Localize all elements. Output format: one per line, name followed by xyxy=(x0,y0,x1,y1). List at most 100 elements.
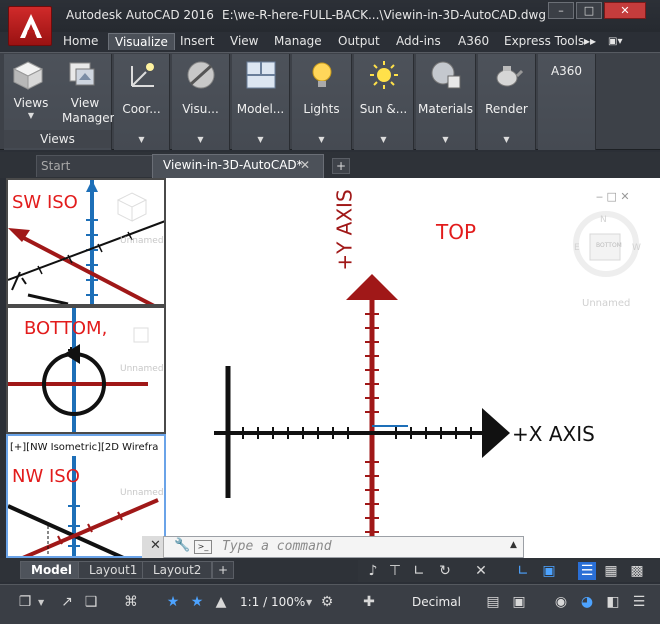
viewport-controls-header[interactable]: [+][NW Isometric][2D Wirefra xyxy=(10,442,158,453)
minimize-button[interactable]: – xyxy=(548,2,574,19)
transparency-icon[interactable]: ▦ xyxy=(602,562,620,580)
view-manager-button-label[interactable]: View Manager xyxy=(62,96,115,126)
restore-button[interactable]: □ xyxy=(576,2,602,19)
units-value[interactable]: Decimal xyxy=(412,595,461,609)
gear-icon[interactable]: ⚙ xyxy=(318,593,336,611)
visual-styles-panel[interactable]: Visu... ▼ xyxy=(172,54,230,150)
cube-icon xyxy=(12,61,44,90)
annotation-scale-icon[interactable]: ▲ xyxy=(212,593,230,611)
chevron-down-icon[interactable]: ▼ xyxy=(114,135,169,144)
tab-start[interactable]: Start xyxy=(36,155,154,177)
quick-properties-icon[interactable]: ▤ xyxy=(484,593,502,611)
new-layout-button[interactable]: + xyxy=(212,561,235,579)
auto-scale-icon[interactable]: ★ xyxy=(188,593,206,611)
chevron-down-icon[interactable]: ▼ xyxy=(38,598,44,607)
annotation-scale-value[interactable]: 1:1 / 100% xyxy=(240,595,305,609)
ortho-mode-icon[interactable]: ⊤ xyxy=(386,562,404,580)
tab-layout2[interactable]: Layout2 xyxy=(142,561,213,579)
teapot-icon xyxy=(496,66,523,87)
sun-icon xyxy=(369,61,398,89)
tab-add-ins[interactable]: Add-ins xyxy=(396,34,441,48)
clean-screen-icon[interactable]: ◧ xyxy=(604,593,622,611)
views-button-label[interactable]: Views xyxy=(8,96,54,110)
chevron-down-icon[interactable]: ▼ xyxy=(8,111,54,120)
tab-visualize[interactable]: Visualize xyxy=(108,33,175,50)
dynamic-ucs-icon[interactable]: ∟ xyxy=(514,562,532,580)
tab-view[interactable]: View xyxy=(230,34,258,48)
a360-panel[interactable]: A360 xyxy=(538,54,596,150)
tab-home[interactable]: Home xyxy=(63,34,98,48)
chevron-down-icon[interactable]: ▼ xyxy=(478,135,535,144)
command-input[interactable]: Type a command xyxy=(222,539,332,554)
sun-label: Sun &... xyxy=(359,102,408,116)
selection-cycling-icon[interactable]: ▣ xyxy=(540,562,558,580)
view-manager-icon xyxy=(69,62,95,86)
ucs-menu[interactable]: Unnamed xyxy=(120,488,164,498)
tab-manage[interactable]: Manage xyxy=(274,34,322,48)
viewport-sw-iso[interactable]: SW ISO Unnamed xyxy=(6,178,166,306)
tab-output[interactable]: Output xyxy=(338,34,380,48)
viewport-label-nw-iso: NW ISO xyxy=(12,466,80,487)
workspace-cube-icon[interactable]: ❐ xyxy=(16,593,34,611)
chevron-down-icon[interactable]: ▼ xyxy=(306,598,312,607)
close-button[interactable]: ✕ xyxy=(604,2,646,19)
lineweight-icon[interactable]: ☰ xyxy=(578,562,596,580)
ucs-icon xyxy=(130,63,154,87)
3d-osnap-icon[interactable]: ❑ xyxy=(82,593,100,611)
chevron-down-icon[interactable]: ▼ xyxy=(232,135,289,144)
isodraft-icon[interactable]: ↻ xyxy=(436,562,454,580)
svg-text:W: W xyxy=(632,243,641,253)
polar-tracking-icon[interactable]: ∟ xyxy=(410,562,428,580)
customize-wrench-icon[interactable]: 🔧 xyxy=(174,538,190,553)
tab-insert[interactable]: Insert xyxy=(180,34,214,48)
tab-layout1[interactable]: Layout1 xyxy=(78,561,149,579)
close-command-line-icon[interactable]: ✕ xyxy=(150,538,161,553)
drawing-area[interactable]: SW ISO Unnamed BOTTOM, Unnamed [+][NW Is… xyxy=(6,178,660,558)
autocad-logo-icon xyxy=(20,14,42,38)
ucs-menu[interactable]: Unnamed xyxy=(582,298,630,309)
chevron-down-icon[interactable]: ▼ xyxy=(416,135,475,144)
tab-express-tools[interactable]: Express Tools xyxy=(504,34,584,48)
tab-drawing-file[interactable]: Viewin-in-3D-AutoCAD* xyxy=(152,154,324,178)
viewcube-face-label[interactable]: BOTTOM xyxy=(596,242,622,249)
chevron-up-icon[interactable]: ▲ xyxy=(510,540,517,550)
render-panel[interactable]: Render ▼ xyxy=(478,54,536,150)
ucs-menu[interactable]: Unnamed xyxy=(120,236,164,246)
gizmo-icon[interactable]: ⌘ xyxy=(122,593,140,611)
ribbon-minimize-icon[interactable]: ▣▾ xyxy=(608,36,622,47)
add-icon[interactable]: ✚ xyxy=(360,593,378,611)
graphics-performance-icon[interactable]: ▩ xyxy=(628,562,646,580)
viewport-bottom[interactable]: BOTTOM, Unnamed xyxy=(6,306,166,434)
app-title: Autodesk AutoCAD 2016 xyxy=(66,8,214,22)
lights-panel[interactable]: Lights ▼ xyxy=(292,54,352,150)
tab-model[interactable]: Model xyxy=(20,561,84,579)
model-viewports-panel[interactable]: Model... ▼ xyxy=(232,54,290,150)
materials-label: Materials xyxy=(417,102,473,116)
materials-panel[interactable]: Materials ▼ xyxy=(416,54,476,150)
snap-mode-icon[interactable]: ♪ xyxy=(364,562,382,580)
customization-menu-icon[interactable]: ☰ xyxy=(630,593,648,611)
object-snap-icon[interactable]: ✕ xyxy=(472,562,490,580)
ucs-menu[interactable]: Unnamed xyxy=(120,364,164,374)
annotation-visibility-icon[interactable]: ★ xyxy=(164,593,182,611)
viewport-top[interactable]: N E W TOP +X AXIS +Y AXIS BOTTOM Unnamed ‒… xyxy=(168,178,660,558)
viewport-window-controls[interactable]: ‒ □ ✕ xyxy=(596,190,630,203)
autocad-app-menu-button[interactable] xyxy=(8,6,52,46)
chevron-down-icon[interactable]: ▼ xyxy=(354,135,413,144)
chevron-down-icon[interactable]: ▼ xyxy=(292,135,351,144)
close-tab-icon[interactable]: ✕ xyxy=(300,158,310,172)
new-tab-button[interactable]: + xyxy=(332,158,350,174)
chevron-down-icon[interactable]: ▼ xyxy=(172,135,229,144)
sun-location-panel[interactable]: Sun &... ▼ xyxy=(354,54,414,150)
coordinates-panel[interactable]: Coor... ▼ xyxy=(114,54,170,150)
viewport-label-sw-iso: SW ISO xyxy=(12,192,78,213)
command-history-icon[interactable]: >_ xyxy=(194,540,212,554)
views-panel: Views ▼ View Manager Views xyxy=(4,54,115,150)
hardware-acceleration-icon[interactable]: ◕ xyxy=(578,593,596,611)
a360-label: A360 xyxy=(550,64,583,78)
dynamic-input-icon[interactable]: ↗ xyxy=(58,593,76,611)
isolate-objects-icon[interactable]: ◉ xyxy=(552,593,570,611)
more-tabs-icon[interactable]: ▸▸ xyxy=(584,34,596,48)
lock-ui-icon[interactable]: ▣ xyxy=(510,593,528,611)
tab-a360[interactable]: A360 xyxy=(458,34,489,48)
